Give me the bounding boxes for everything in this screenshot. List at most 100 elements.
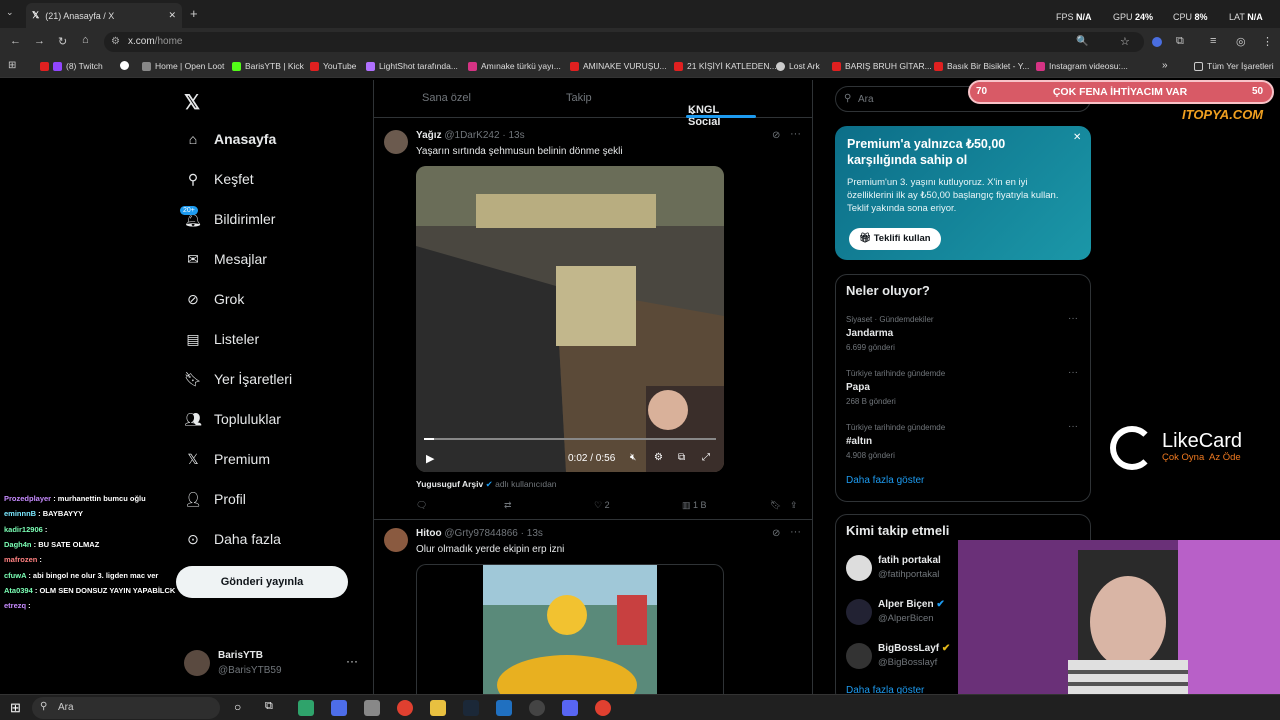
app-icon[interactable] [496, 700, 512, 716]
bookmark-instagram-1[interactable]: Amınake türkü yayı... [468, 61, 561, 71]
trend-more-icon[interactable]: ··· [1068, 421, 1078, 432]
nav-home[interactable]: ⌂ Anasayfa [184, 126, 277, 152]
trend-item[interactable]: Siyaset · Gündemdekiler Jandarma 6.699 gön… [846, 315, 934, 352]
bookmark-youtube-2[interactable]: AMINAKE VURUŞU... [570, 61, 667, 71]
new-tab-icon[interactable]: + [190, 6, 198, 21]
nav-explore[interactable]: ⚲ Keşfet [184, 166, 254, 192]
account-more-icon[interactable]: ··· [346, 654, 358, 668]
communities-icon: 👥︎ [184, 410, 202, 427]
bookmark-openloot[interactable] [120, 61, 129, 70]
bookmark-openloot-home[interactable]: Home | Open Loot [142, 61, 224, 71]
taskbar-search[interactable]: ⚲ Ara [32, 697, 220, 719]
nav-bookmarks[interactable]: 🔖︎ Yer İşaretleri [184, 366, 292, 392]
grok-tweet-icon[interactable]: ⊘ [772, 130, 780, 141]
bookmark-tweet-icon[interactable]: 🔖︎ [770, 500, 781, 511]
profile-icon[interactable]: ◎ [1236, 35, 1246, 48]
tweet-video[interactable]: ▶ 0:02 / 0:56 🔇︎ ⚙ ⧉ ⤢ [416, 166, 724, 472]
tweet-avatar[interactable] [384, 528, 408, 552]
zoom-icon[interactable]: 🔍 [1076, 36, 1088, 47]
bookmark-youtube-3[interactable]: 21 KİŞİYİ KATLEDEN... [674, 61, 777, 71]
bookmark-youtube-4[interactable]: BARIŞ BRUH GİTAR... [832, 61, 932, 71]
tweet-more-icon[interactable]: ··· [790, 526, 801, 538]
bookmarks-overflow-icon[interactable]: » [1162, 60, 1168, 71]
bookmark-star-icon[interactable]: ☆ [1120, 35, 1130, 48]
verified-icon: ✔ [936, 599, 945, 610]
windows-start-icon[interactable]: ⊞ [10, 700, 21, 716]
bookmark-lightshot[interactable]: LightShot tarafında... [366, 61, 458, 71]
back-icon[interactable]: ← [10, 35, 21, 47]
settings-icon[interactable]: ⚙ [654, 452, 663, 463]
browser-tab[interactable]: 𝕏 (21) Anasayfa / X ✕ [26, 3, 182, 28]
tweet-author[interactable]: Yağız @1DarK242 · 13s [416, 130, 525, 141]
trend-more-icon[interactable]: ··· [1068, 367, 1078, 378]
bookmark-youtube[interactable]: YouTube [310, 61, 356, 71]
extensions-puzzle-icon[interactable]: ⧉ [1176, 35, 1184, 48]
nav-more[interactable]: ⊙ Daha fazla [184, 526, 281, 552]
fullscreen-icon[interactable]: ⤢ [702, 452, 710, 463]
close-icon[interactable]: ✕ [1073, 132, 1081, 143]
video-source[interactable]: Yugusuguf Arşiv ✔ adlı kullanıcıdan [416, 479, 557, 490]
show-more-trends[interactable]: Daha fazla göster [846, 475, 924, 486]
bookmark-youtube-5[interactable]: Basık Bir Bisiklet - Y... [934, 61, 1029, 71]
bookmark-twitch[interactable]: (8) Twitch [40, 61, 103, 71]
bookmark-kick[interactable]: BarisYTB | Kick [232, 61, 304, 71]
nav-lists[interactable]: ▤ Listeler [184, 326, 259, 352]
chrome-active-icon[interactable] [595, 700, 611, 716]
like-button[interactable]: ♡ 2 [594, 500, 610, 511]
tweet-avatar[interactable] [384, 130, 408, 154]
url-field[interactable]: ⚙ x.com/home [104, 32, 1144, 52]
all-bookmarks[interactable]: Tüm Yer İşaretleri [1194, 61, 1274, 71]
x-logo-icon[interactable]: 𝕏 [184, 90, 200, 115]
discord-icon[interactable] [562, 700, 578, 716]
obs-icon[interactable] [529, 700, 545, 716]
grok-tweet-icon[interactable]: ⊘ [772, 528, 780, 539]
play-icon[interactable]: ▶ [426, 452, 434, 465]
redeem-offer-button[interactable]: 🎁︎ Teklifi kullan [849, 228, 941, 250]
account-avatar[interactable] [184, 650, 210, 676]
bookmark-lostark[interactable]: Lost Ark [776, 61, 820, 71]
bookmark-instagram-2[interactable]: Instagram videosu:... [1036, 61, 1128, 71]
share-icon[interactable]: ⇪ [790, 500, 798, 511]
reply-icon[interactable]: 🗨︎ [416, 500, 427, 511]
trend-item[interactable]: Türkiye tarihinde gündemde Papa 268 B gönd… [846, 369, 945, 406]
tab-close-icon[interactable]: ✕ [168, 10, 176, 21]
mute-icon[interactable]: 🔇︎ [630, 452, 636, 463]
chrome-icon[interactable] [397, 700, 413, 716]
pip-icon[interactable]: ⧉ [678, 452, 685, 463]
nav-grok[interactable]: ⊘ Grok [184, 286, 244, 312]
post-button[interactable]: Gönderi yayınla [176, 566, 348, 598]
task-view-icon[interactable]: ⧉ [265, 700, 273, 713]
views-button[interactable]: ▥ 1 B [682, 500, 707, 511]
chat-text: murhanettin bumcu oğlu [57, 494, 146, 503]
sponsor-watermark: ITOPYA.COM [1182, 107, 1264, 122]
tweet-more-icon[interactable]: ··· [790, 128, 801, 140]
site-info-icon[interactable]: ⚙ [111, 32, 120, 52]
tab-for-you[interactable]: Sana özel [422, 92, 471, 104]
cortana-icon[interactable]: ○ [234, 700, 241, 714]
tab-search-icon[interactable]: ⌄ [6, 7, 14, 18]
nav-profile[interactable]: 👤︎ Profil [184, 486, 246, 512]
copilot-icon[interactable] [331, 700, 347, 716]
forward-icon[interactable]: → [34, 35, 45, 47]
trend-more-icon[interactable]: ··· [1068, 313, 1078, 324]
app-icon[interactable] [364, 700, 380, 716]
steam-icon[interactable] [463, 700, 479, 716]
menu-icon[interactable]: ⋮ [1262, 35, 1273, 48]
reading-list-icon[interactable]: ≡ [1210, 35, 1216, 47]
file-explorer-icon[interactable] [430, 700, 446, 716]
nav-premium[interactable]: 𝕏 Premium [184, 446, 270, 472]
extension-icon[interactable] [1152, 37, 1162, 47]
tweet[interactable]: Yağız @1DarK242 · 13s ⊘ ··· Yaşarın sırt… [374, 124, 812, 520]
app-icon[interactable] [298, 700, 314, 716]
repost-icon[interactable]: ⇄ [504, 500, 512, 511]
reload-icon[interactable]: ↻ [58, 35, 67, 48]
tweet-media[interactable] [416, 564, 724, 695]
nav-messages[interactable]: ✉ Mesajlar [184, 246, 267, 272]
tweet-author[interactable]: Hitoo @Grty97844866 · 13s [416, 528, 543, 539]
tab-following[interactable]: Takip [566, 92, 592, 104]
apps-grid-icon[interactable]: ⊞ [8, 60, 16, 71]
tweet[interactable]: Hitoo @Grty97844866 · 13s ⊘ ··· Olur olm… [374, 522, 812, 695]
nav-communities[interactable]: 👥︎ Topluluklar [184, 406, 281, 432]
trend-item[interactable]: Türkiye tarihinde gündemde #altın 4.908 gö… [846, 423, 945, 460]
home-icon[interactable]: ⌂ [82, 34, 89, 46]
